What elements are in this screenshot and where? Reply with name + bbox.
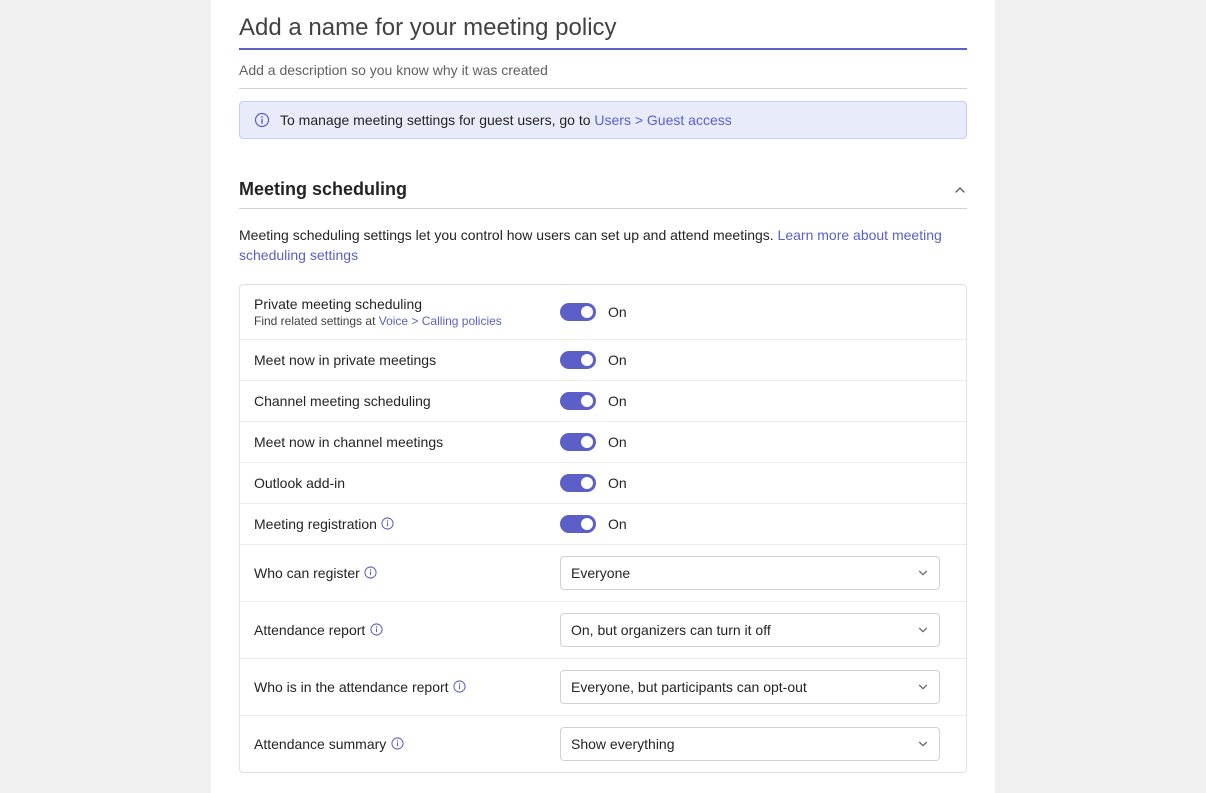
section-header[interactable]: Meeting scheduling [239, 179, 967, 209]
label-text: Who can register [254, 565, 360, 581]
dropdown-who-can-register[interactable]: Everyone [560, 556, 940, 590]
setting-label: Private meeting scheduling [254, 296, 560, 312]
toggle-meet-now-channel[interactable] [560, 433, 596, 451]
info-icon[interactable] [453, 680, 467, 694]
dropdown-value: On, but organizers can turn it off [571, 622, 771, 638]
label-text: Attendance report [254, 622, 365, 638]
section-title: Meeting scheduling [239, 179, 407, 200]
info-icon[interactable] [390, 737, 404, 751]
toggle-state-label: On [608, 475, 627, 491]
toggle-state-label: On [608, 352, 627, 368]
guest-access-link[interactable]: Users > Guest access [594, 112, 731, 128]
section-desc-text: Meeting scheduling settings let you cont… [239, 227, 778, 243]
info-icon[interactable] [369, 623, 383, 637]
dropdown-attendance-report[interactable]: On, but organizers can turn it off [560, 613, 940, 647]
banner-text: To manage meeting settings for guest use… [280, 112, 732, 128]
row-meeting-registration: Meeting registration On [240, 504, 966, 545]
row-meet-now-private: Meet now in private meetings On [240, 340, 966, 381]
setting-label: Who can register [254, 565, 560, 581]
toggle-state-label: On [608, 304, 627, 320]
row-who-in-attendance-report: Who is in the attendance report Everyone… [240, 659, 966, 716]
section-description: Meeting scheduling settings let you cont… [239, 225, 967, 266]
label-text: Attendance summary [254, 736, 386, 752]
row-private-meeting-scheduling: Private meeting scheduling Find related … [240, 285, 966, 340]
row-who-can-register: Who can register Everyone [240, 545, 966, 602]
label-text: Meeting registration [254, 516, 377, 532]
row-attendance-report: Attendance report On, but organizers can… [240, 602, 966, 659]
setting-label: Who is in the attendance report [254, 679, 560, 695]
info-icon[interactable] [381, 517, 395, 531]
row-channel-meeting-scheduling: Channel meeting scheduling On [240, 381, 966, 422]
setting-label: Meeting registration [254, 516, 560, 532]
chevron-down-icon [917, 681, 929, 693]
toggle-meeting-registration[interactable] [560, 515, 596, 533]
policy-name-input[interactable] [239, 10, 967, 50]
chevron-down-icon [917, 567, 929, 579]
chevron-up-icon [953, 183, 967, 197]
row-outlook-addin: Outlook add-in On [240, 463, 966, 504]
toggle-state-label: On [608, 516, 627, 532]
toggle-outlook-addin[interactable] [560, 474, 596, 492]
toggle-private-meeting[interactable] [560, 303, 596, 321]
setting-label: Meet now in channel meetings [254, 434, 560, 450]
setting-label: Attendance summary [254, 736, 560, 752]
toggle-channel-scheduling[interactable] [560, 392, 596, 410]
setting-label: Attendance report [254, 622, 560, 638]
policy-name-field [239, 0, 967, 50]
label-text: Who is in the attendance report [254, 679, 449, 695]
dropdown-value: Everyone [571, 565, 630, 581]
guest-access-banner: To manage meeting settings for guest use… [239, 101, 967, 139]
setting-label: Meet now in private meetings [254, 352, 560, 368]
calling-policies-link[interactable]: Voice > Calling policies [379, 314, 502, 328]
setting-label: Channel meeting scheduling [254, 393, 560, 409]
row-attendance-summary: Attendance summary Show everything [240, 716, 966, 772]
banner-text-label: To manage meeting settings for guest use… [280, 112, 594, 128]
setting-label: Outlook add-in [254, 475, 560, 491]
policy-description-input[interactable] [239, 50, 967, 89]
dropdown-value: Everyone, but participants can opt-out [571, 679, 807, 695]
dropdown-attendance-summary[interactable]: Show everything [560, 727, 940, 761]
settings-card: Private meeting scheduling Find related … [239, 284, 967, 773]
toggle-state-label: On [608, 434, 627, 450]
row-meet-now-channel: Meet now in channel meetings On [240, 422, 966, 463]
chevron-down-icon [917, 738, 929, 750]
info-icon[interactable] [364, 566, 378, 580]
chevron-down-icon [917, 624, 929, 636]
dropdown-value: Show everything [571, 736, 675, 752]
toggle-meet-now-private[interactable] [560, 351, 596, 369]
info-icon [254, 112, 270, 128]
toggle-state-label: On [608, 393, 627, 409]
meeting-policy-panel: To manage meeting settings for guest use… [211, 0, 995, 793]
setting-sublabel: Find related settings at Voice > Calling… [254, 314, 560, 328]
sublabel-text: Find related settings at [254, 314, 379, 328]
dropdown-who-in-report[interactable]: Everyone, but participants can opt-out [560, 670, 940, 704]
